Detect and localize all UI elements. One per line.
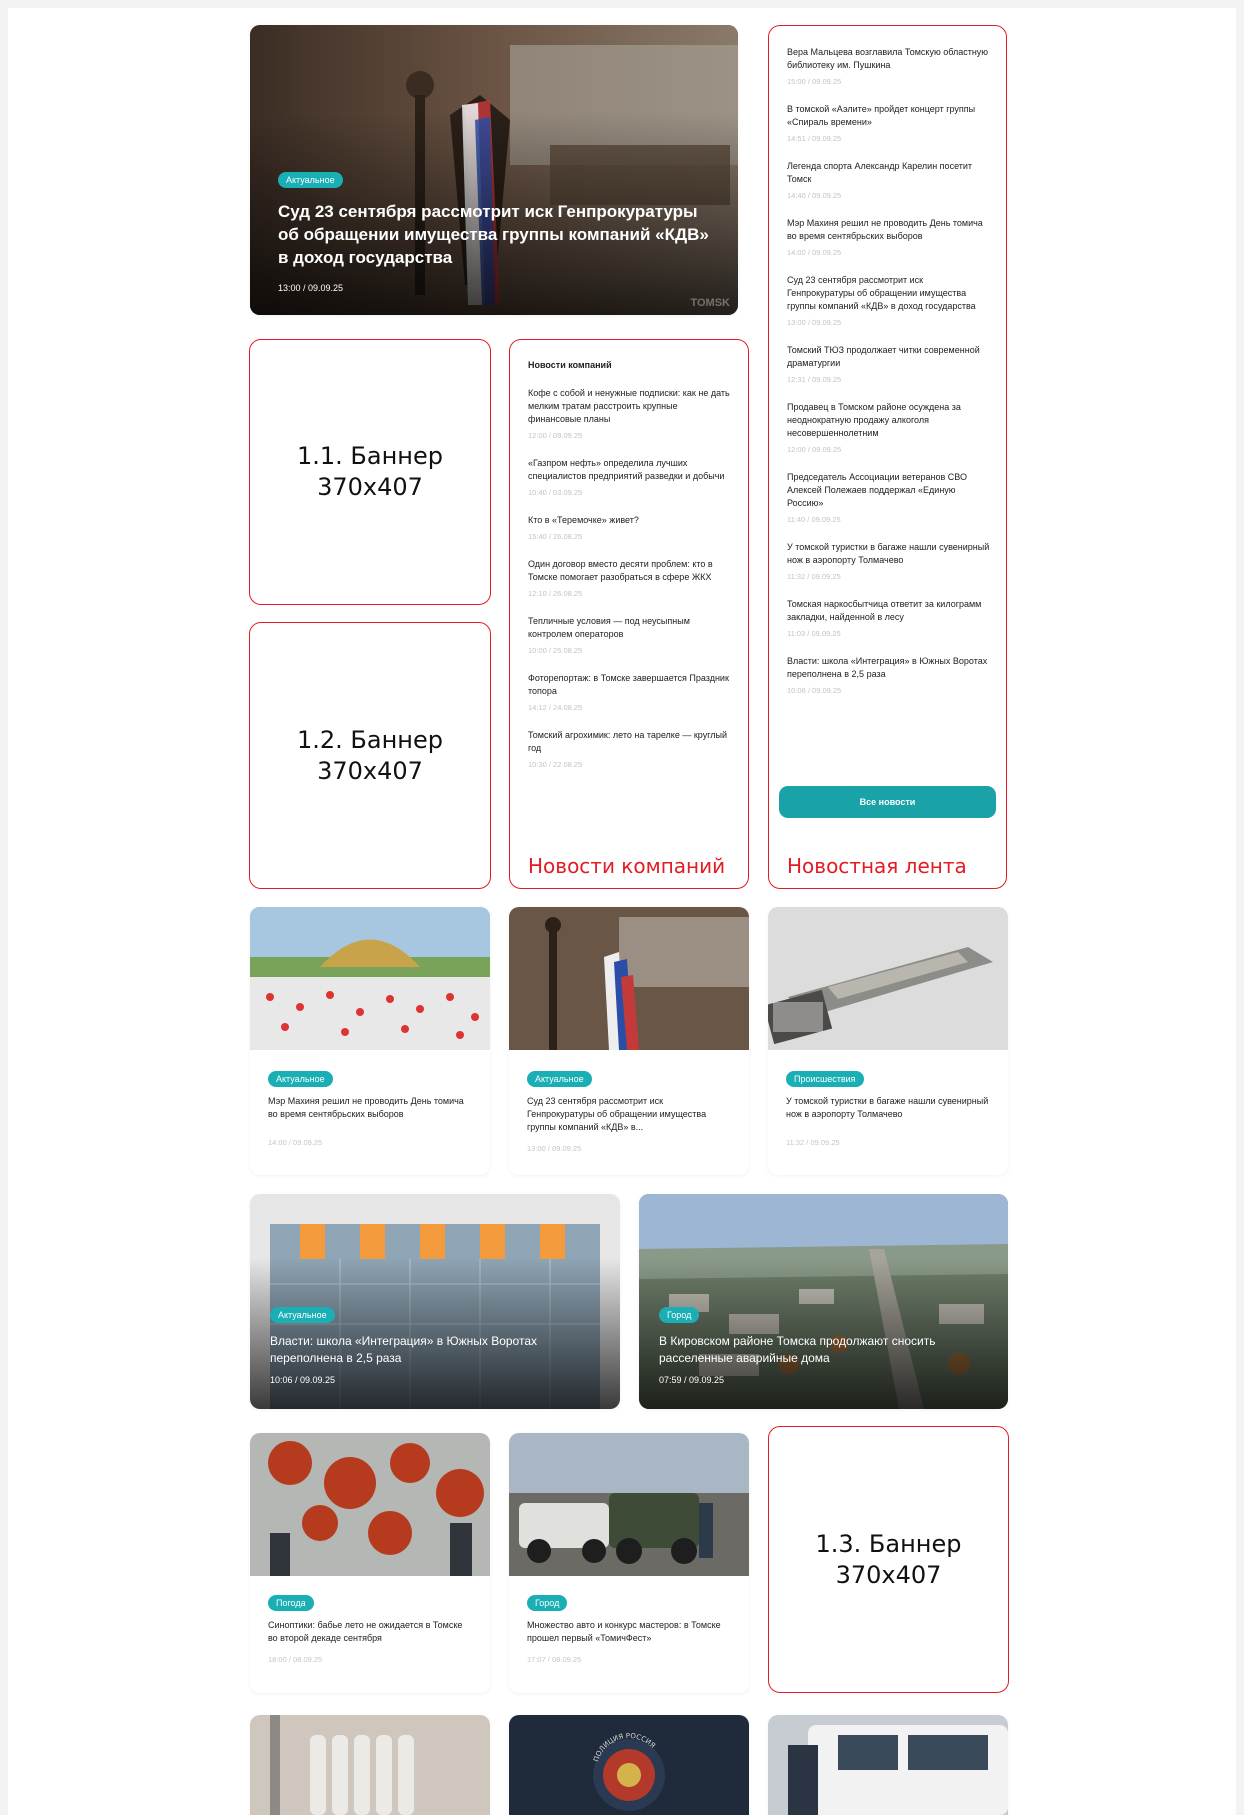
page: Актуальное Суд 23 сентября рассмотрит ис…	[8, 8, 1236, 1815]
banner-1-1-size: 370x407	[317, 473, 423, 501]
news-card[interactable]: ПОЛИЦИЯ РОССИЯ	[509, 1715, 749, 1815]
list-item[interactable]: Томская наркосбытчица ответит за килогра…	[787, 598, 992, 638]
card-title[interactable]: Власти: школа «Интеграция» в Южных Ворот…	[270, 1333, 600, 1367]
card-title[interactable]: В Кировском районе Томска продолжают сно…	[659, 1333, 989, 1367]
card-tag[interactable]: Происшествия	[786, 1071, 864, 1087]
card-title[interactable]: Мэр Махиня решил не проводить День томич…	[268, 1095, 472, 1121]
news-card[interactable]: Погода Синоптики: бабье лето не ожидаетс…	[250, 1433, 490, 1693]
list-item[interactable]: Мэр Махиня решил не проводить День томич…	[787, 217, 992, 257]
card-photo-themis	[509, 907, 749, 1050]
list-item[interactable]: В томской «Аэлите» пройдет концерт групп…	[787, 103, 992, 143]
list-item[interactable]: Кто в «Теремочке» живет? 15:40 / 26.08.25	[528, 514, 732, 541]
list-item[interactable]: Один договор вместо десяти проблем: кто …	[528, 558, 732, 598]
news-card[interactable]: Город Множество авто и конкурс мастеров:…	[509, 1433, 749, 1693]
card-photo-autumn	[250, 1433, 490, 1576]
company-news-label: Новости компаний	[528, 854, 726, 878]
list-item[interactable]: У томской туристки в багаже нашли сувени…	[787, 541, 992, 581]
news-card[interactable]	[250, 1715, 490, 1815]
list-item[interactable]: Суд 23 сентября рассмотрит иск Генпрокур…	[787, 274, 992, 327]
list-item[interactable]: Легенда спорта Александр Карелин посетит…	[787, 160, 992, 200]
card-time: 10:06 / 09.09.25	[270, 1375, 336, 1385]
banner-1-1[interactable]: 1.1. Баннер 370x407	[249, 339, 491, 605]
all-news-button[interactable]: Все новости	[779, 786, 996, 818]
card-time: 11:32 / 09.09.25	[786, 1138, 840, 1147]
hero-title[interactable]: Суд 23 сентября рассмотрит иск Генпрокур…	[278, 200, 718, 269]
card-time: 14:00 / 09.09.25	[268, 1138, 323, 1147]
list-item[interactable]: Тепличные условия — под неусыпным контро…	[528, 615, 732, 655]
card-tag[interactable]: Актуальное	[270, 1307, 335, 1323]
news-card[interactable]: Происшествия У томской туристки в багаже…	[768, 907, 1008, 1175]
banner-1-3-title: 1.3. Баннер	[815, 1529, 962, 1558]
list-item[interactable]: Председатель Ассоциации ветеранов СВО Ал…	[787, 471, 992, 524]
card-photo-police: ПОЛИЦИЯ РОССИЯ	[509, 1715, 749, 1815]
banner-1-2[interactable]: 1.2. Баннер 370x407	[249, 622, 491, 889]
card-photo-knife	[768, 907, 1008, 1050]
banner-1-2-title: 1.2. Баннер	[297, 725, 443, 754]
card-photo-festival	[250, 907, 490, 1050]
list-item[interactable]: Власти: школа «Интеграция» в Южных Ворот…	[787, 655, 992, 695]
company-news-heading: Новости компаний	[528, 360, 612, 370]
card-title[interactable]: У томской туристки в багаже нашли сувени…	[786, 1095, 990, 1121]
card-time: 13:00 / 09.09.25	[527, 1144, 582, 1153]
list-item[interactable]: Вера Мальцева возглавила Томскую областн…	[787, 46, 992, 86]
card-photo-cars	[509, 1433, 749, 1576]
news-card[interactable]: Актуальное Суд 23 сентября рассмотрит ис…	[509, 907, 749, 1175]
card-title[interactable]: Суд 23 сентября рассмотрит иск Генпрокур…	[527, 1095, 731, 1134]
news-card[interactable]	[768, 1715, 1008, 1815]
news-card[interactable]: Актуальное Мэр Махиня решил не проводить…	[250, 907, 490, 1175]
hero-card[interactable]: Актуальное Суд 23 сентября рассмотрит ис…	[250, 25, 738, 315]
card-photo-radiator	[250, 1715, 490, 1815]
hero-tag[interactable]: Актуальное	[278, 172, 343, 188]
news-feed-panel: Вера Мальцева возглавила Томскую областн…	[768, 25, 1007, 889]
wide-news-card[interactable]: Актуальное Власти: школа «Интеграция» в …	[250, 1194, 620, 1409]
list-item[interactable]: Томский агрохимик: лето на тарелке — кру…	[528, 729, 732, 769]
card-time: 07:59 / 09.09.25	[659, 1375, 725, 1385]
card-tag[interactable]: Актуальное	[268, 1071, 333, 1087]
list-item[interactable]: Фоторепортаж: в Томске завершается Празд…	[528, 672, 732, 712]
company-news-panel: Новости компаний Кофе с собой и ненужные…	[509, 339, 749, 889]
list-item[interactable]: Продавец в Томском районе осуждена за не…	[787, 401, 992, 454]
list-item[interactable]: Кофе с собой и ненужные подписки: как не…	[528, 387, 732, 440]
banner-1-3[interactable]: 1.3. Баннер 370x407	[768, 1426, 1009, 1693]
hero-watermark: TOMSK	[690, 297, 730, 309]
card-time: 18:00 / 08.09.25	[268, 1655, 323, 1664]
card-time: 17:07 / 08.09.25	[527, 1655, 582, 1664]
card-tag[interactable]: Город	[659, 1307, 700, 1323]
news-feed-label: Новостная лента	[787, 854, 967, 878]
card-tag[interactable]: Город	[527, 1595, 568, 1611]
list-item[interactable]: Томский ТЮЗ продолжает читки современной…	[787, 344, 992, 384]
banner-1-1-title: 1.1. Баннер	[297, 442, 443, 470]
banner-1-2-size: 370x407	[317, 756, 423, 785]
banner-1-3-size: 370x407	[835, 1560, 942, 1589]
card-title[interactable]: Множество авто и конкурс мастеров: в Том…	[527, 1619, 731, 1645]
card-title[interactable]: Синоптики: бабье лето не ожидается в Том…	[268, 1619, 472, 1645]
list-item[interactable]: «Газпром нефть» определила лучших специа…	[528, 457, 732, 497]
hero-time: 13:00 / 09.09.25	[278, 283, 344, 293]
card-photo-bus	[768, 1715, 1008, 1815]
news-feed-list: Вера Мальцева возглавила Томскую областн…	[787, 46, 992, 712]
card-tag[interactable]: Актуальное	[527, 1071, 592, 1087]
card-tag[interactable]: Погода	[268, 1595, 314, 1611]
wide-news-card[interactable]: Город В Кировском районе Томска продолжа…	[639, 1194, 1008, 1409]
